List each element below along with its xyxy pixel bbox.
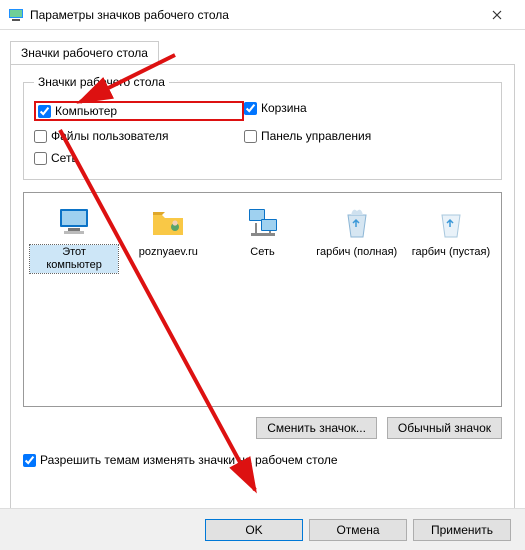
client-area: Значки рабочего стола Значки рабочего ст… (0, 30, 525, 524)
check-recycle-box[interactable] (244, 102, 257, 115)
recycle-empty-icon (433, 205, 469, 241)
item-bin-full-label: гарбич (полная) (313, 245, 400, 260)
tab-desktop-icons[interactable]: Значки рабочего стола (10, 41, 159, 65)
item-bin-empty[interactable]: гарбич (пустая) (407, 205, 495, 394)
tabstrip: Значки рабочего стола (10, 40, 515, 64)
check-cpanel[interactable]: Панель управления (244, 129, 371, 143)
check-network-label: Сеть (51, 151, 78, 165)
check-network-box[interactable] (34, 152, 47, 165)
item-bin-full[interactable]: гарбич (полная) (313, 205, 401, 394)
item-bin-empty-label: гарбич (пустая) (409, 245, 493, 260)
check-cpanel-box[interactable] (244, 130, 257, 143)
check-computer-box[interactable] (38, 105, 51, 118)
recycle-full-icon (339, 205, 375, 241)
app-icon (8, 7, 24, 23)
item-this-pc[interactable]: Этот компьютер (30, 205, 118, 394)
check-userfiles-label: Файлы пользователя (51, 129, 168, 143)
computer-icon (56, 205, 92, 241)
user-folder-icon (150, 205, 186, 241)
allow-themes-label: Разрешить темам изменять значки на рабоч… (40, 453, 338, 467)
icon-buttons-row: Сменить значок... Обычный значок (23, 417, 502, 439)
cancel-button[interactable]: Отмена (309, 519, 407, 541)
close-button[interactable] (477, 1, 517, 29)
check-recycle-label: Корзина (261, 101, 307, 115)
check-userfiles[interactable]: Файлы пользователя (34, 129, 244, 143)
item-network[interactable]: Сеть (218, 205, 306, 394)
apply-button[interactable]: Применить (413, 519, 511, 541)
dialog-footer: OK Отмена Применить (0, 508, 525, 550)
change-icon-button[interactable]: Сменить значок... (256, 417, 377, 439)
group-desktop-icons: Значки рабочего стола Компьютер Корзина (23, 75, 502, 180)
check-userfiles-box[interactable] (34, 130, 47, 143)
check-computer[interactable]: Компьютер (34, 101, 244, 121)
check-network[interactable]: Сеть (34, 151, 244, 165)
item-user-label: poznyaev.ru (136, 245, 201, 260)
group-legend: Значки рабочего стола (34, 75, 169, 89)
window-title: Параметры значков рабочего стола (30, 8, 477, 22)
item-user[interactable]: poznyaev.ru (124, 205, 212, 394)
allow-themes-box[interactable] (23, 454, 36, 467)
tabpanel: Значки рабочего стола Компьютер Корзина (10, 64, 515, 524)
check-computer-label: Компьютер (55, 104, 117, 118)
titlebar: Параметры значков рабочего стола (0, 0, 525, 30)
ok-button[interactable]: OK (205, 519, 303, 541)
item-this-pc-label: Этот компьютер (30, 245, 118, 273)
icon-preview-list: Этот компьютер poznyaev.ru Сеть гарбич (… (23, 192, 502, 407)
check-cpanel-label: Панель управления (261, 129, 371, 143)
network-icon (245, 205, 281, 241)
check-recycle[interactable]: Корзина (244, 101, 307, 115)
item-network-label: Сеть (247, 245, 277, 260)
default-icon-button[interactable]: Обычный значок (387, 417, 502, 439)
allow-themes-check[interactable]: Разрешить темам изменять значки на рабоч… (23, 453, 502, 467)
